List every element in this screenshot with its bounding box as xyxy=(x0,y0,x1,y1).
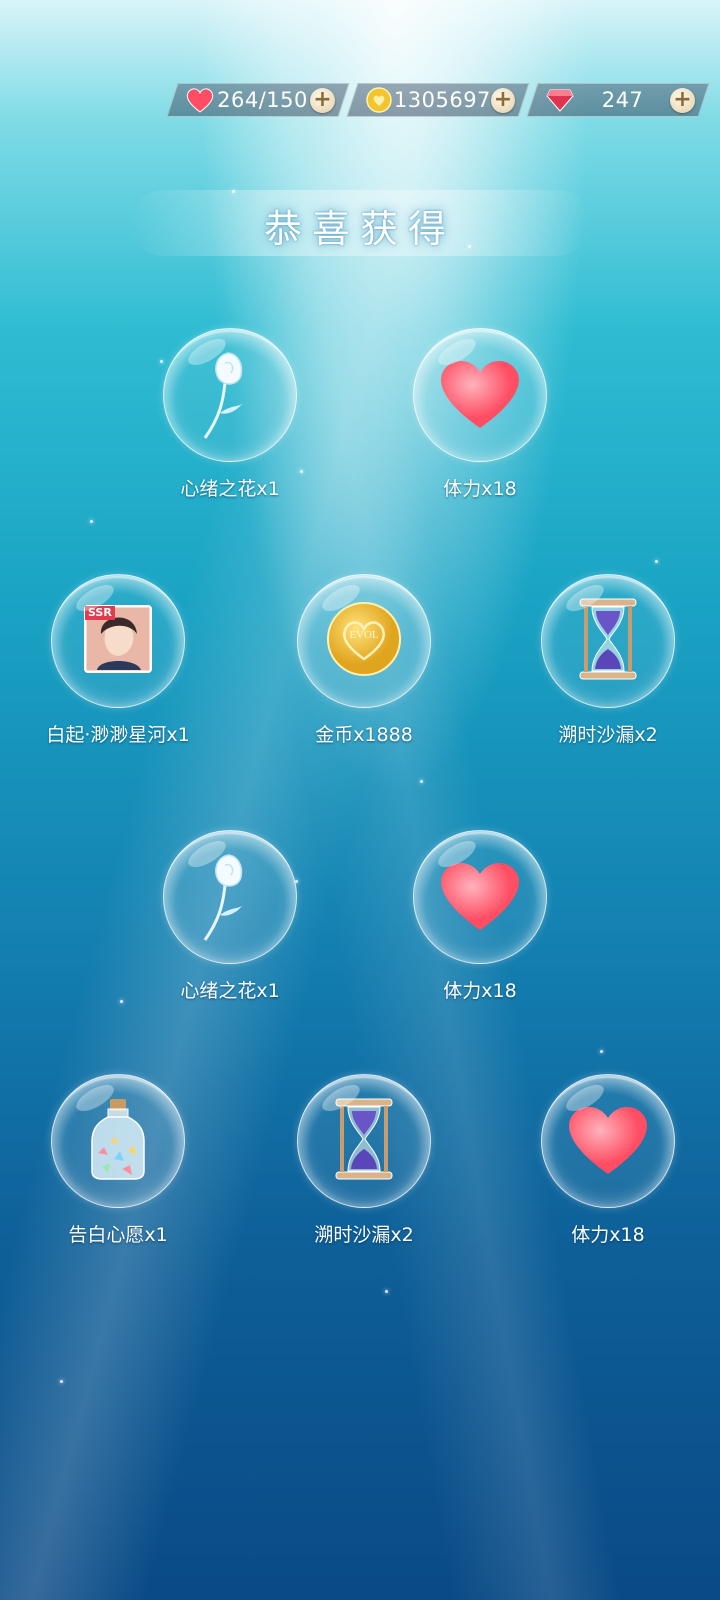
heart-icon xyxy=(185,85,215,115)
reward-bubble xyxy=(413,328,547,462)
reward-item[interactable]: 心绪之花x1 xyxy=(120,328,340,501)
reward-item[interactable]: 告白心愿x1 xyxy=(8,1074,228,1247)
gold-counter: 1305697 + xyxy=(346,83,530,117)
reward-item[interactable]: 体力x18 xyxy=(370,830,590,1003)
reward-bubble xyxy=(413,830,547,964)
add-stamina-button[interactable]: + xyxy=(310,87,335,113)
reward-label: 告白心愿x1 xyxy=(68,1224,168,1246)
reward-item[interactable]: 溯时沙漏x2 xyxy=(254,1074,474,1247)
reward-item[interactable]: 心绪之花x1 xyxy=(120,830,340,1003)
gold-coin-icon xyxy=(365,85,394,115)
heart-icon xyxy=(566,1102,650,1180)
reward-label: 体力x18 xyxy=(571,1224,645,1246)
reward-item[interactable]: 体力x18 xyxy=(498,1074,718,1247)
reward-bubble xyxy=(51,1074,185,1208)
reward-label: 金币x1888 xyxy=(315,724,413,746)
heart-icon xyxy=(438,858,522,936)
hourglass-icon xyxy=(576,597,640,685)
reward-bubble: SSR xyxy=(51,574,185,708)
reward-bubble xyxy=(163,830,297,964)
gold-value: 1305697 xyxy=(393,88,491,112)
gold-coin-icon: EVOL xyxy=(326,601,402,681)
reward-item[interactable]: 溯时沙漏x2 xyxy=(498,574,718,747)
reward-label: 白起·渺渺星河x1 xyxy=(46,724,190,746)
reward-bubble xyxy=(541,574,675,708)
diamond-value: 247 xyxy=(601,88,644,112)
reward-bubble: EVOL xyxy=(297,574,431,708)
ssr-card-icon: SSR xyxy=(83,604,153,678)
reward-label: 心绪之花x1 xyxy=(180,980,280,1002)
rose-icon xyxy=(195,845,265,949)
hourglass-icon xyxy=(332,1097,396,1185)
ssr-badge: SSR xyxy=(85,606,115,620)
coin-emblem-text: EVOL xyxy=(349,629,379,641)
reward-bubble xyxy=(541,1074,675,1208)
reward-label: 溯时沙漏x2 xyxy=(558,724,658,746)
reward-label: 体力x18 xyxy=(443,478,517,500)
heart-icon xyxy=(438,356,522,434)
reward-label: 体力x18 xyxy=(443,980,517,1002)
rose-icon xyxy=(195,343,265,447)
diamond-icon xyxy=(545,85,575,115)
add-diamond-button[interactable]: + xyxy=(670,87,695,113)
reward-item[interactable]: EVOL 金币x1888 xyxy=(254,574,474,747)
stamina-counter: 264/150 + xyxy=(166,83,350,117)
diamond-counter: 247 + xyxy=(526,83,710,117)
reward-item[interactable]: SSR 白起·渺渺星河x1 xyxy=(8,574,228,747)
reward-bubble xyxy=(297,1074,431,1208)
reward-label: 心绪之花x1 xyxy=(180,478,280,500)
reward-item[interactable]: 体力x18 xyxy=(370,328,590,501)
add-gold-button[interactable]: + xyxy=(490,87,515,113)
stamina-value: 264/150 xyxy=(217,88,308,112)
wish-bottle-icon xyxy=(88,1097,148,1185)
reward-label: 溯时沙漏x2 xyxy=(314,1224,414,1246)
reward-bubble xyxy=(163,328,297,462)
page-title: 恭喜获得 xyxy=(263,207,456,251)
